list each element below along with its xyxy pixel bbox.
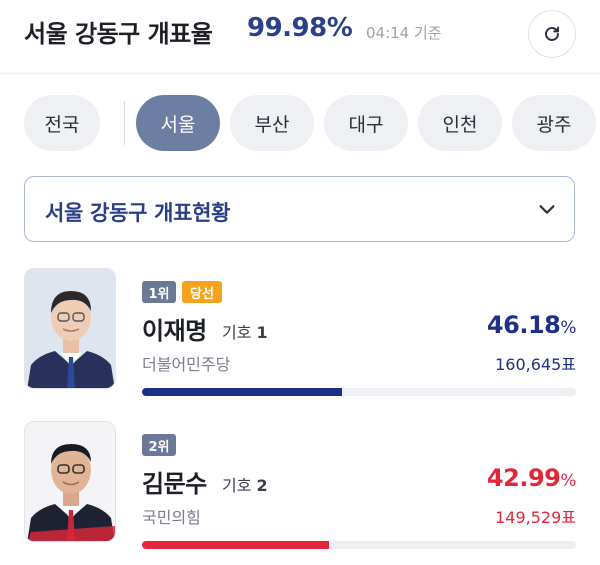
candidate-photo — [24, 421, 116, 542]
candidate-percent: 46.18% — [486, 311, 577, 339]
tab-daegu[interactable]: 대구 — [324, 95, 408, 151]
tab-divider — [124, 101, 125, 145]
vote-share-fill — [142, 388, 343, 396]
candidate-number: 기호 2 — [222, 472, 268, 496]
candidate-votes: 149,529표 — [495, 508, 576, 527]
candidate-number-prefix: 기호 — [222, 476, 252, 495]
vote-share-bar — [142, 541, 576, 549]
candidate-percent-unit: % — [560, 318, 576, 338]
chevron-down-icon — [539, 205, 555, 214]
tab-seoul[interactable]: 서울 — [136, 95, 220, 151]
elected-badge: 당선 — [182, 281, 222, 303]
candidate-card[interactable]: 1위 당선 이재명 기호 1 더불어민주당 46.18% 160,645표 — [24, 268, 576, 408]
candidate-number-value: 2 — [256, 476, 268, 495]
candidate-number: 기호 1 — [222, 319, 268, 343]
rank-badge: 2위 — [142, 434, 176, 456]
region-tabs: 전국 서울 부산 대구 인천 광주 — [24, 95, 600, 151]
candidate-percent-unit: % — [560, 471, 576, 491]
candidate-party: 국민의힘 — [142, 508, 201, 527]
vote-share-bar — [142, 388, 576, 396]
candidate-name: 김문수 — [142, 470, 207, 498]
tab-gwangju[interactable]: 광주 — [512, 95, 596, 151]
refresh-button[interactable] — [528, 10, 576, 58]
candidate-photo — [24, 268, 116, 389]
count-rate: 99.98% — [247, 13, 353, 43]
tab-busan[interactable]: 부산 — [230, 95, 314, 151]
district-select[interactable]: 서울 강동구 개표현황 — [24, 176, 575, 242]
refresh-icon — [545, 26, 559, 41]
candidate-party: 더불어민주당 — [142, 355, 231, 374]
page-title: 서울 강동구 개표율 — [24, 20, 213, 48]
candidate-percent-value: 46.18 — [486, 311, 561, 339]
candidate-percent: 42.99% — [486, 464, 577, 492]
district-select-label: 서울 강동구 개표현황 — [45, 201, 231, 225]
candidate-card[interactable]: 2위 김문수 기호 2 국민의힘 42.99% 149,529표 — [24, 421, 576, 561]
candidate-votes: 160,645표 — [495, 355, 576, 374]
rank-badge: 1위 — [142, 281, 176, 303]
tab-incheon[interactable]: 인천 — [418, 95, 502, 151]
vote-share-fill — [142, 541, 329, 549]
candidate-number-value: 1 — [256, 323, 268, 342]
tab-nationwide[interactable]: 전국 — [24, 95, 100, 151]
candidate-number-prefix: 기호 — [222, 323, 252, 342]
candidate-percent-value: 42.99 — [486, 464, 561, 492]
header-bar: 서울 강동구 개표율 99.98% 04:14 기준 — [0, 0, 600, 74]
update-time: 04:14 기준 — [366, 24, 442, 42]
candidate-name: 이재명 — [142, 317, 207, 345]
